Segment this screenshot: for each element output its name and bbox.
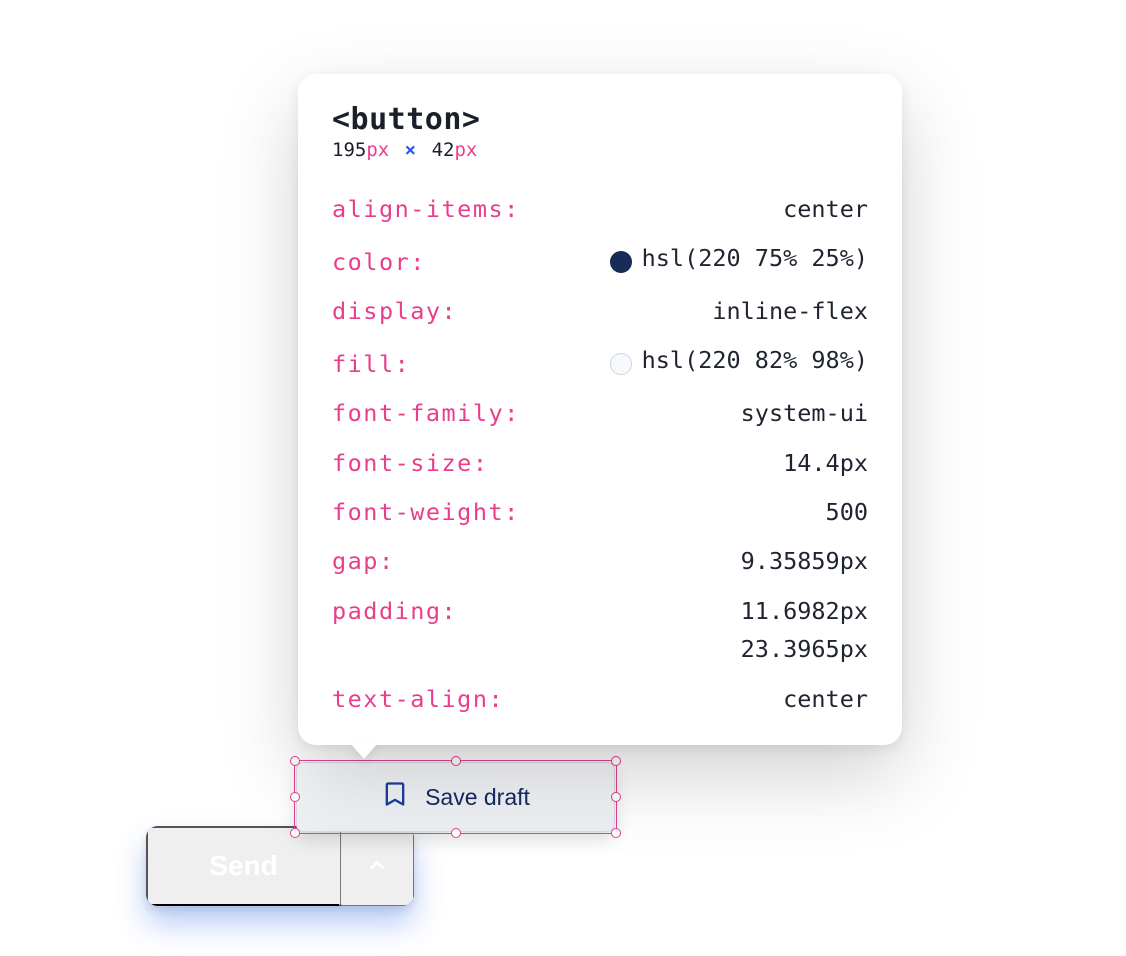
prop-value-text: hsl(220 75% 25%)	[642, 240, 868, 276]
save-draft-label: Save draft	[425, 784, 530, 811]
prop-value: hsl(220 82% 98%)	[410, 342, 868, 378]
prop-key: gap	[332, 543, 395, 579]
chevron-up-icon	[366, 854, 388, 879]
prop-value: inline-flex	[457, 293, 868, 329]
dim-times: ×	[405, 139, 416, 161]
send-more-button[interactable]	[340, 826, 414, 906]
dim-width: 195	[332, 139, 366, 161]
prop-value: 11.6982px 23.3965px	[457, 593, 868, 668]
send-button[interactable]: Send	[146, 826, 340, 906]
inspector-panel: <button> 195px × 42px align-items center…	[298, 74, 902, 745]
prop-row: align-items center	[332, 191, 868, 227]
inspector-dimensions: 195px × 42px	[332, 139, 868, 161]
prop-value: center	[520, 191, 868, 227]
inspector-element-tag: <button>	[332, 102, 868, 137]
color-swatch-icon	[610, 251, 632, 273]
save-draft-selection: Save draft	[296, 762, 615, 832]
prop-value-line: 23.3965px	[741, 631, 868, 667]
prop-key: padding	[332, 593, 457, 629]
prop-value: 14.4px	[489, 445, 869, 481]
prop-row: text-align center	[332, 681, 868, 717]
prop-value-line: 11.6982px	[741, 593, 868, 629]
prop-value: 9.35859px	[395, 543, 868, 579]
dim-height: 42	[432, 139, 455, 161]
prop-row: gap 9.35859px	[332, 543, 868, 579]
tooltip-pointer-icon	[350, 743, 378, 759]
prop-key: fill	[332, 346, 410, 382]
prop-row: padding 11.6982px 23.3965px	[332, 593, 868, 668]
prop-key: font-family	[332, 395, 520, 431]
prop-key: color	[332, 244, 426, 280]
bookmark-icon	[381, 780, 409, 814]
dim-unit: px	[366, 139, 389, 161]
prop-key: font-weight	[332, 494, 520, 530]
prop-row: font-family system-ui	[332, 395, 868, 431]
dim-unit-2: px	[454, 139, 477, 161]
color-swatch-icon	[610, 353, 632, 375]
prop-value: hsl(220 75% 25%)	[426, 240, 868, 276]
prop-row: color hsl(220 75% 25%)	[332, 240, 868, 280]
prop-row: display inline-flex	[332, 293, 868, 329]
save-draft-button[interactable]: Save draft	[296, 762, 615, 832]
prop-value: 500	[520, 494, 868, 530]
prop-key: display	[332, 293, 457, 329]
prop-row: font-size 14.4px	[332, 445, 868, 481]
send-label: Send	[209, 850, 277, 882]
prop-key: text-align	[332, 681, 504, 717]
prop-value: system-ui	[520, 395, 868, 431]
prop-key: font-size	[332, 445, 489, 481]
send-button-group: Send	[146, 826, 414, 906]
prop-value-text: hsl(220 82% 98%)	[642, 342, 868, 378]
prop-row: font-weight 500	[332, 494, 868, 530]
prop-key: align-items	[332, 191, 520, 227]
inspector-props-list: align-items center color hsl(220 75% 25%…	[332, 191, 868, 717]
prop-value: center	[504, 681, 868, 717]
prop-row: fill hsl(220 82% 98%)	[332, 342, 868, 382]
